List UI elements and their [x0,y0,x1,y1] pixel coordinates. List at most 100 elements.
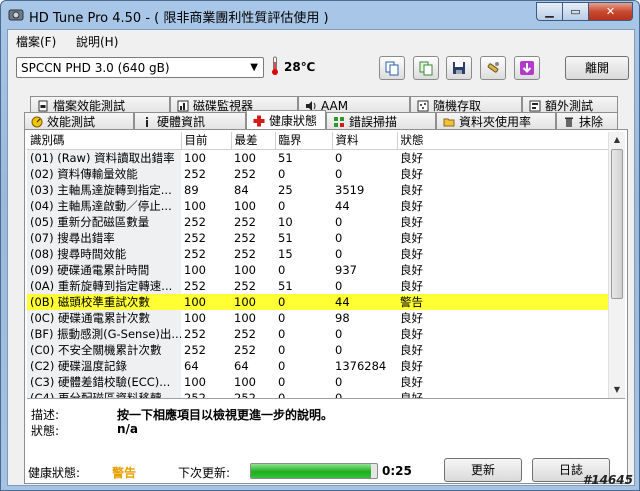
tab-benchmark[interactable]: 效能測試 [24,112,134,129]
minimize-icon: ▁ [545,5,554,18]
table-row[interactable]: (0A) 重新旋轉到指定轉速... 252 252 51 0 良好 [27,277,608,294]
col-header-current[interactable]: 目前 [181,132,232,150]
table-row[interactable]: (C0) 不安全關機累計次數 252 252 0 0 良好 [27,341,608,358]
table-row[interactable]: (04) 主軸馬達啟動／停止... 100 100 0 44 良好 [27,197,608,214]
menu-file[interactable]: 檔案(F) [16,33,56,50]
tab-health[interactable]: 健康狀態 [246,110,326,129]
health-status-label: 健康狀態: [28,466,81,480]
table-cell: 0 [278,166,286,181]
tab-error-scan-label: 錯誤掃描 [349,115,398,129]
table-cell: (0C) 硬碟通電累計次數 [27,309,181,326]
table-cell: 252 [234,278,256,293]
table-row[interactable]: (03) 主軸馬達旋轉到指定... 89 84 25 3519 良好 [27,181,608,198]
tab-benchmark-label: 效能測試 [47,115,96,129]
table-cell: 0 [335,326,343,341]
table-row[interactable]: (C2) 硬碟溫度記錄 64 64 0 1376284 良好 [27,357,608,374]
exit-button[interactable]: 離開 [565,56,629,80]
maximize-icon: ▭ [570,5,581,18]
tab-erase[interactable]: 抹除 [556,112,618,129]
col-header-threshold[interactable]: 臨界 [275,132,333,150]
download-button[interactable] [514,56,540,80]
thermometer-icon [272,56,278,75]
scroll-down-arrow-icon[interactable]: ▼ [609,382,625,398]
table-cell: 252 [184,246,206,261]
table-row[interactable]: (C3) 硬體差錯校驗(ECC)... 100 100 0 0 良好 [27,373,608,390]
tab-random-access[interactable]: 隨機存取 [410,96,522,113]
table-cell: 51 [278,230,293,245]
table-cell: 252 [234,230,256,245]
health-panel: 識別碼 目前 最差 臨界 資料 狀態 (01) (Raw) 資料讀取出錯率 100… [24,129,628,484]
table-cell: 100 [234,262,256,277]
copy-icon [385,61,399,76]
table-cell: 0 [335,230,343,245]
title-bar[interactable]: HD Tune Pro 4.50 - ( 限非商業團利性質評估使用 ) ▁ ▭ … [1,1,639,29]
options-button[interactable] [480,56,506,80]
col-header-status[interactable]: 狀態 [397,132,608,150]
app-window: HD Tune Pro 4.50 - ( 限非商業團利性質評估使用 ) ▁ ▭ … [0,0,640,491]
dropdown-arrow-icon: ▼ [250,62,258,73]
table-cell: 良好 [400,230,423,245]
smart-table[interactable]: 識別碼 目前 最差 臨界 資料 狀態 (01) (Raw) 資料讀取出錯率 100… [27,132,608,398]
status-bar: 健康狀態: 警告 下次更新: 0:25 更新 日誌 [8,448,634,486]
table-cell: 0 [278,374,286,389]
table-cell: 64 [184,358,199,373]
col-header-id[interactable]: 識別碼 [27,132,182,150]
tab-folder-usage-label: 資料夾使用率 [459,115,532,129]
table-cell: 0 [278,310,286,325]
drive-select[interactable]: SPCCN PHD 3.0 (640 gB) ▼ [16,57,264,78]
table-row[interactable]: (0C) 硬碟通電累計次數 100 100 0 98 良好 [27,309,608,326]
col-header-data[interactable]: 資料 [332,132,398,150]
table-cell: 良好 [400,326,423,341]
table-row[interactable]: (01) (Raw) 資料讀取出錯率 100 100 51 0 良好 [27,149,608,166]
table-cell: (01) (Raw) 資料讀取出錯率 [27,149,181,166]
random-access-icon [417,100,429,111]
update-button[interactable]: 更新 [444,458,522,482]
table-cell: 51 [278,150,293,165]
table-cell: 252 [184,326,206,341]
menu-bar: 檔案(F) 說明(H) [8,30,634,50]
copy-button[interactable] [379,56,405,80]
table-row[interactable]: (05) 重新分配磁區數量 252 252 10 0 良好 [27,213,608,230]
tab-health-label: 健康狀態 [269,114,318,128]
table-cell: 100 [234,150,256,165]
file-benchmark-icon [38,100,48,111]
tab-file-benchmark[interactable]: 檔案效能測試 [30,96,170,113]
table-row[interactable]: (C4) 再分配磁區資料移轉... 252 252 0 0 良好 [27,389,608,399]
table-row[interactable]: (0B) 磁頭校準重試次數 100 100 0 44 警告 [27,293,608,310]
table-row[interactable]: (BF) 振動感測(G-Sense)出... 252 252 0 0 良好 [27,325,608,342]
table-cell: 98 [335,310,350,325]
table-cell: 0 [278,262,286,277]
scroll-thumb[interactable] [611,149,623,299]
menu-help[interactable]: 說明(H) [76,33,118,50]
table-scrollbar[interactable]: ▲ ▼ [608,132,625,398]
update-countdown: 0:25 [382,464,412,478]
tab-folder-usage[interactable]: 資料夾使用率 [436,112,556,129]
table-cell: 252 [184,230,206,245]
table-cell: 252 [184,342,206,357]
table-cell: 100 [231,293,275,310]
copy-all-button[interactable] [413,56,439,80]
info-icon [146,116,148,127]
close-button[interactable]: ✕ [588,2,633,21]
table-row[interactable]: (09) 硬碟通電累計時間 100 100 0 937 良好 [27,261,608,278]
tab-extra-tests[interactable]: 額外測試 [522,96,618,113]
table-cell: 0 [335,390,343,399]
maximize-button[interactable]: ▭ [562,2,588,21]
col-header-worst[interactable]: 最差 [231,132,276,150]
table-cell: (C0) 不安全關機累計次數 [27,341,181,358]
scroll-up-arrow-icon[interactable]: ▲ [609,132,625,148]
table-cell: 0 [335,374,343,389]
minimize-button[interactable]: ▁ [536,2,562,21]
table-row[interactable]: (07) 搜尋出錯率 252 252 51 0 良好 [27,229,608,246]
tab-error-scan[interactable]: 錯誤掃描 [326,112,436,129]
table-cell: 良好 [400,374,423,389]
table-row[interactable]: (08) 搜尋時間效能 252 252 15 0 良好 [27,245,608,262]
update-progress-bar [250,463,378,479]
save-button[interactable] [446,56,472,80]
table-cell: 10 [278,214,293,229]
table-cell: 0 [275,293,332,310]
table-cell: 100 [184,262,206,277]
table-cell: 44 [335,198,350,213]
table-row[interactable]: (02) 資料傳輸量效能 252 252 0 0 良好 [27,165,608,182]
tab-info[interactable]: 硬體資訊 [134,112,246,129]
